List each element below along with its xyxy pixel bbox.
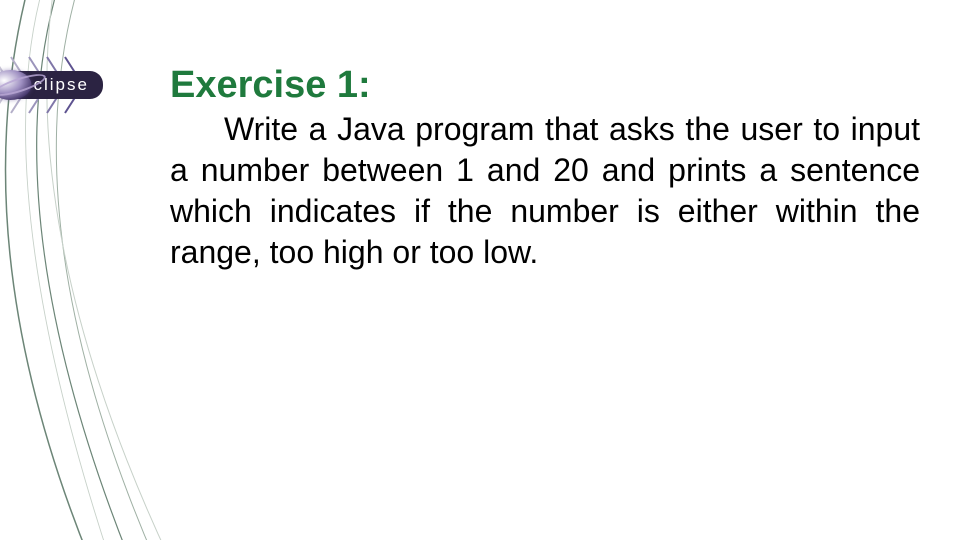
slide-heading: Exercise 1:	[170, 65, 920, 107]
eclipse-logo: eclipse	[0, 55, 135, 115]
slide-body: Write a Java program that asks the user …	[170, 109, 920, 273]
